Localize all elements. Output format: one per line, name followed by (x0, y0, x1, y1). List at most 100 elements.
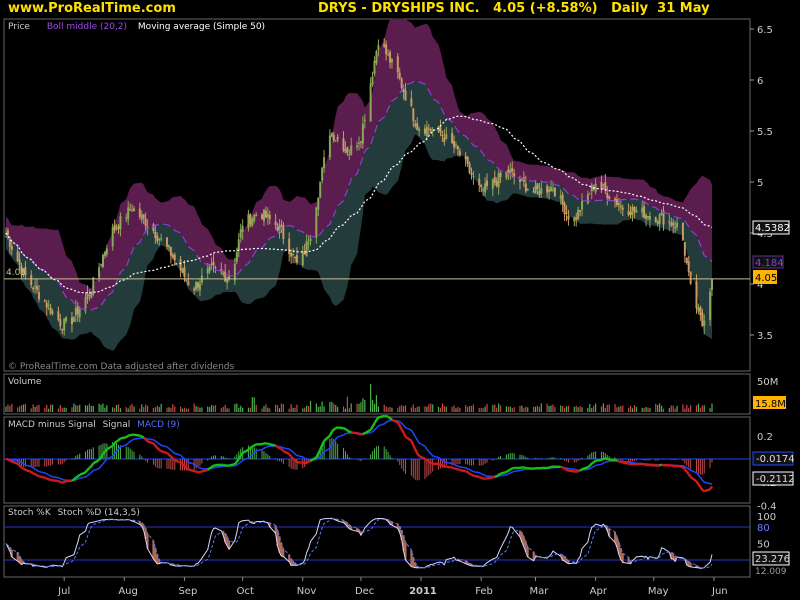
macd-histogram-bar (455, 459, 457, 465)
volume-bar (22, 404, 25, 412)
volume-bar (240, 405, 242, 412)
candle-body (350, 145, 353, 155)
macd-line-segment (211, 464, 215, 468)
macd-tick-label: -0.4 (757, 501, 777, 512)
candle-body (323, 157, 326, 169)
candle-body (456, 146, 459, 150)
candle-body (307, 243, 310, 245)
volume-bar (11, 403, 13, 412)
macd-histogram-bar (416, 459, 418, 481)
date-tick-label: Dec (355, 586, 374, 597)
macd-line-segment (115, 439, 120, 443)
macd-line-segment (685, 470, 690, 475)
macd-histogram-bar (207, 459, 209, 461)
macd-line-segment (111, 442, 116, 447)
macd-histogram-bar (362, 459, 364, 460)
macd-line-segment (561, 466, 566, 470)
stock-chart[interactable]: Price Boll middle (20,2) Moving average … (0, 0, 800, 600)
volume-bar (46, 404, 48, 412)
candle-body (375, 51, 378, 64)
macd-line-segment (237, 455, 242, 460)
macd-histogram-bar (267, 454, 269, 459)
macd-histogram-bar (375, 446, 377, 459)
macd-line-segment (465, 470, 469, 474)
macd-histogram-bar (73, 458, 75, 459)
candle-body (293, 256, 296, 259)
macd-line-segment (468, 472, 473, 476)
candle-body (361, 123, 364, 144)
macd-line-segment (565, 468, 570, 472)
volume-bar (34, 406, 36, 412)
macd-line-segment (147, 440, 154, 445)
stoch-fill (614, 532, 617, 543)
candle-body (518, 179, 521, 182)
macd-histogram-bar (641, 459, 643, 460)
macd-line-segment (98, 456, 103, 461)
macd-line-segment (371, 422, 376, 428)
macd-histogram-bar (457, 459, 459, 465)
candle-body (142, 214, 145, 218)
macd-histogram-bar (195, 459, 197, 469)
macd-histogram-bar (337, 443, 339, 459)
macd-line-segment (505, 469, 509, 474)
candle-body (282, 224, 285, 239)
macd-histogram-bar (98, 445, 100, 459)
volume-bar (645, 406, 647, 412)
volume-bar (565, 406, 568, 412)
candle-body (524, 183, 527, 192)
macd-line-segment (251, 444, 255, 448)
volume-bar (145, 404, 147, 412)
volume-bar (459, 407, 461, 412)
volume-bar (649, 408, 651, 412)
candle-body (590, 184, 593, 192)
volume-bar (323, 406, 325, 412)
candle-body (251, 218, 254, 226)
macd-line-segment (125, 434, 129, 439)
macd-line-segment (113, 440, 118, 445)
candle-body (111, 227, 114, 247)
macd-histogram-bar (538, 458, 540, 460)
volume-bar (24, 403, 26, 412)
candle-body (427, 128, 430, 130)
macd-line-segment (34, 473, 38, 477)
volume-bar (133, 406, 135, 412)
macd-line-segment (233, 461, 238, 465)
candle-body (212, 261, 215, 266)
macd-line-segment (174, 459, 181, 464)
volume-bar (315, 403, 317, 412)
macd-histogram-bar (156, 459, 158, 469)
macd-histogram-bar (168, 459, 170, 469)
macd-line-segment (400, 428, 405, 434)
candle-body (113, 224, 116, 231)
macd-histogram-bar (622, 459, 624, 461)
macd-line-segment (471, 473, 474, 477)
candle-body (423, 128, 426, 134)
macd-histogram-bar (269, 456, 271, 459)
candle-body (36, 285, 39, 290)
macd-line-segment (304, 461, 308, 465)
macd-histogram-bar (220, 455, 222, 459)
candle-body (553, 187, 556, 197)
macd-line-segment (261, 442, 265, 446)
date-tick-label: Aug (118, 586, 138, 597)
date-tick-label: Jul (57, 586, 70, 597)
volume-bar (595, 403, 597, 412)
stoch-axis: 10080 50 (757, 512, 776, 551)
candle-body (615, 199, 618, 206)
macd-line-segment (154, 444, 159, 449)
candle-body (342, 138, 345, 151)
macd-histogram-bar (234, 456, 236, 459)
macd-histogram-bar (676, 459, 678, 460)
macd-line-segment (430, 461, 434, 465)
macd-line-segment (356, 432, 360, 436)
macd-line-segment (208, 465, 213, 470)
macd-histogram-bar (686, 459, 688, 466)
macd-histogram-bar (143, 458, 145, 460)
candle-body (49, 307, 52, 314)
price-tick-label: 3.5 (757, 331, 773, 342)
candle-body (57, 311, 60, 320)
macd-histogram-bar (224, 457, 226, 459)
candle-body (158, 239, 161, 241)
date-axis: Jul Aug Sep Oct Nov Dec 2011 Feb Mar Apr May Jun (57, 577, 728, 597)
volume-bar (620, 405, 622, 412)
